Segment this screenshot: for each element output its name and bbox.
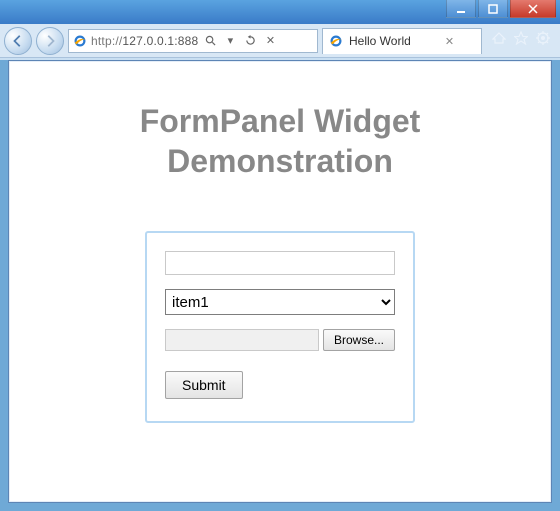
tools-icon[interactable] bbox=[536, 31, 550, 50]
back-button[interactable] bbox=[4, 27, 32, 55]
search-icon[interactable] bbox=[202, 33, 218, 49]
file-path-input[interactable] bbox=[165, 329, 319, 351]
text-input[interactable] bbox=[165, 251, 395, 275]
form-panel: item1 Browse... Submit bbox=[145, 231, 415, 423]
title-line-1: FormPanel Widget bbox=[9, 101, 551, 141]
forward-button[interactable] bbox=[36, 27, 64, 55]
dropdown-icon[interactable]: ▾ bbox=[222, 33, 238, 49]
page-viewport: FormPanel Widget Demonstration item1 Bro… bbox=[8, 60, 552, 503]
browser-window: http://http://127.0.0.1:888127.0.0.1:888… bbox=[0, 0, 560, 511]
minimize-button[interactable] bbox=[446, 0, 476, 18]
titlebar bbox=[0, 0, 560, 24]
browse-button[interactable]: Browse... bbox=[323, 329, 395, 351]
submit-button[interactable]: Submit bbox=[165, 371, 243, 399]
home-icon[interactable] bbox=[492, 31, 506, 50]
nav-bar: http://http://127.0.0.1:888127.0.0.1:888… bbox=[0, 24, 560, 58]
item-select[interactable]: item1 bbox=[165, 289, 395, 315]
tab-hello-world[interactable]: Hello World ✕ bbox=[322, 28, 482, 54]
tab-strip: Hello World ✕ bbox=[322, 28, 482, 54]
title-line-2: Demonstration bbox=[9, 141, 551, 181]
url-text: http://http://127.0.0.1:888127.0.0.1:888 bbox=[91, 34, 198, 48]
stop-icon[interactable]: ✕ bbox=[262, 33, 278, 49]
ie-icon bbox=[329, 34, 343, 48]
page-title: FormPanel Widget Demonstration bbox=[9, 101, 551, 181]
address-bar[interactable]: http://http://127.0.0.1:888127.0.0.1:888… bbox=[68, 29, 318, 53]
close-window-button[interactable] bbox=[510, 0, 556, 18]
favorites-icon[interactable] bbox=[514, 31, 528, 50]
chrome-toolbar bbox=[486, 31, 556, 50]
ie-icon bbox=[73, 34, 87, 48]
tab-title: Hello World bbox=[349, 34, 411, 48]
refresh-icon[interactable] bbox=[242, 33, 258, 49]
tab-close-icon[interactable]: ✕ bbox=[445, 35, 454, 48]
maximize-button[interactable] bbox=[478, 0, 508, 18]
